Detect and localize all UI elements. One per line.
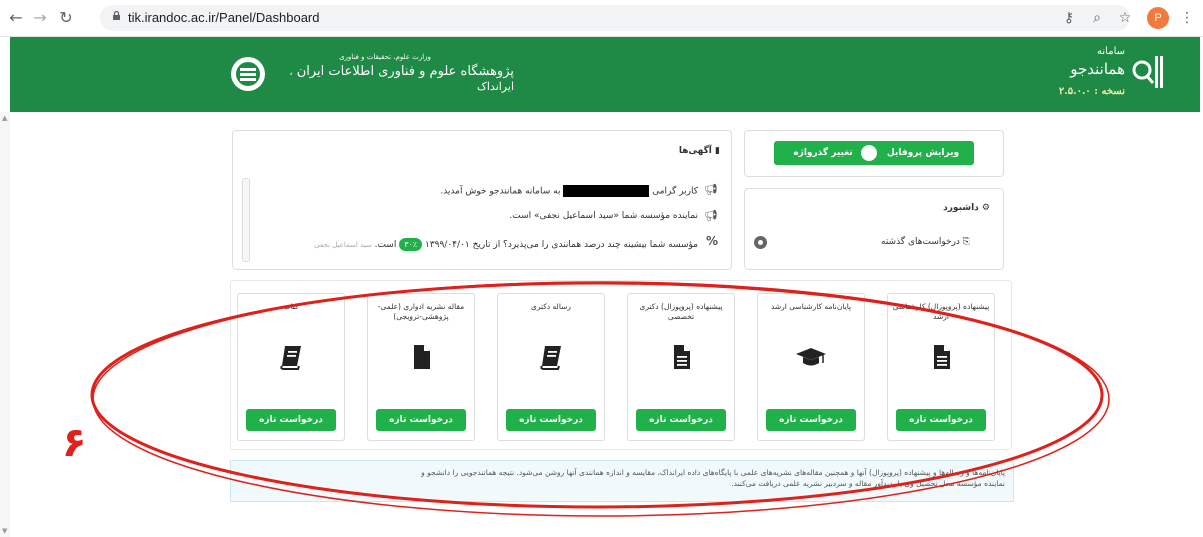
announcements-scrollbar[interactable]	[242, 178, 250, 262]
institute-line: پژوهشگاه علوم و فناوری اطلاعات ایران ، ا…	[289, 64, 514, 93]
percent-badge: ۳۰٪	[399, 238, 423, 251]
toggle-knob[interactable]	[861, 145, 877, 161]
info-text: پایان‌نامه‌ها و رساله‌ها و پیشنهاده (پرو…	[245, 467, 1005, 489]
dashboard-heading: ⚙ داشبورد	[870, 203, 990, 213]
announcement-3: مؤسسه شما بیشینه چند درصد همانندی را می‌…	[262, 238, 698, 251]
past-requests-label: درخواست‌های گذشته	[881, 237, 960, 247]
forward-arrow-icon[interactable]: →	[30, 8, 50, 28]
percent-icon: %	[706, 234, 719, 248]
card-masters-proposal: پیشنهاده (پروپوزال) کارشناسی ارشد درخواس…	[887, 293, 995, 441]
announcements-title: آگهی‌ها	[678, 146, 712, 156]
new-request-button[interactable]: درخواست تازه	[636, 409, 726, 431]
info-line1: پایان‌نامه‌ها و رساله‌ها و پیشنهاده (پرو…	[421, 468, 1005, 477]
new-request-button[interactable]: درخواست تازه	[896, 409, 986, 431]
announcement-2: نماینده مؤسسه شما «سید اسماعیل نجفی» است…	[509, 211, 698, 221]
graduation-cap-icon	[796, 348, 826, 366]
lock-icon	[113, 11, 120, 20]
institute-short: ایرانداک	[477, 80, 514, 93]
version-label: نسخه : ۲.۵.۰.۰	[1058, 86, 1125, 97]
dashboard-panel	[744, 188, 1004, 270]
hamanandjoo-logo-icon	[1132, 56, 1163, 88]
url-text[interactable]: tik.irandoc.ac.ir/Panel/Dashboard	[128, 10, 320, 25]
card-masters-thesis: پایان‌نامه کارشناسی ارشد درخواست تازه	[757, 293, 865, 441]
collapse-indicator-icon[interactable]	[754, 236, 767, 249]
file-icon	[934, 345, 950, 369]
zoom-icon[interactable]: ⌕	[1088, 9, 1106, 27]
card-phd-proposal: پیشنهاده (پروپوزال) دکتری تخصصی درخواست …	[627, 293, 735, 441]
scroll-down-icon[interactable]: ▼	[2, 527, 7, 535]
new-request-button[interactable]: درخواست تازه	[766, 409, 856, 431]
logo-line2: همانندجو	[1070, 60, 1125, 78]
logo-line1: سامانه	[1097, 46, 1125, 57]
card-title: مقاله نشریه ادواری (علمی-پژوهشی-ترویجی)	[377, 302, 465, 321]
new-request-button[interactable]: درخواست تازه	[246, 409, 336, 431]
megaphone-icon: 📢︎	[704, 183, 718, 196]
card-title: رساله دکتری	[530, 302, 572, 311]
announcement-3-after: است.	[374, 240, 397, 250]
institute-name: پژوهشگاه علوم و فناوری اطلاعات ایران	[296, 64, 514, 79]
announcement-1-before: کاربر گرامی	[652, 186, 698, 197]
announcement-author: سید اسماعیل نجفی	[314, 241, 372, 249]
announcement-1-after: به سامانه همانندجو خوش آمدید.	[440, 186, 561, 197]
star-icon[interactable]: ☆	[1116, 9, 1134, 27]
past-requests-link[interactable]: ⎘ درخواست‌های گذشته	[820, 237, 970, 247]
key-icon[interactable]: ⚷	[1060, 9, 1078, 27]
card-journal-article: مقاله نشریه ادواری (علمی-پژوهشی-ترویجی) …	[367, 293, 475, 441]
card-title: کتاب	[283, 302, 299, 311]
announcements-heading: ▮ آگهی‌ها	[560, 146, 720, 156]
annotation-number: ۶	[62, 420, 87, 466]
redacted-name	[563, 185, 650, 197]
book-icon	[280, 346, 301, 370]
book-icon	[540, 346, 561, 370]
card-phd-dissertation: رساله دکتری درخواست تازه	[497, 293, 605, 441]
scroll-up-icon[interactable]: ▲	[2, 114, 7, 122]
new-request-button[interactable]: درخواست تازه	[506, 409, 596, 431]
history-icon: ⎘	[959, 237, 970, 247]
card-title: پیشنهاده (پروپوزال) دکتری تخصصی	[639, 302, 723, 321]
change-password-button[interactable]: تغییر گذرواژه	[774, 141, 872, 165]
reload-icon[interactable]: ↻	[56, 8, 76, 28]
info-box: پایان‌نامه‌ها و رساله‌ها و پیشنهاده (پرو…	[230, 460, 1014, 502]
bookmark-icon: ▮	[711, 146, 720, 156]
back-arrow-icon[interactable]: ←	[6, 8, 26, 28]
new-request-button[interactable]: درخواست تازه	[376, 409, 466, 431]
site-header	[10, 37, 1200, 112]
card-title: پیشنهاده (پروپوزال) کارشناسی ارشد	[892, 302, 990, 321]
avatar[interactable]: P	[1147, 7, 1169, 29]
file-solid-icon	[414, 345, 430, 369]
megaphone-icon: 📢︎	[704, 209, 718, 222]
dashboard-title: داشبورد	[943, 203, 979, 213]
edit-profile-button[interactable]: ویرایش پروفایل	[872, 141, 974, 165]
menu-dots-icon[interactable]: ⋮	[1178, 9, 1196, 27]
card-title: پایان‌نامه کارشناسی ارشد	[770, 302, 852, 311]
announcement-3-text: مؤسسه شما بیشینه چند درصد همانندی را می‌…	[424, 240, 698, 250]
page-scrollbar[interactable]	[0, 112, 10, 537]
card-book: کتاب درخواست تازه	[237, 293, 345, 441]
irandoc-logo-icon	[231, 57, 265, 91]
dashboard-icon: ⚙	[978, 203, 990, 213]
file-icon	[674, 345, 690, 369]
ministry-label: وزارت علوم، تحقیقات و فناوری	[339, 53, 431, 61]
announcement-1: کاربر گرامی به سامانه همانندجو خوش آمدید…	[380, 185, 698, 197]
info-line2: نماینده مؤسسه محل تحصیل وی یا پدیدآور مق…	[731, 479, 1005, 488]
